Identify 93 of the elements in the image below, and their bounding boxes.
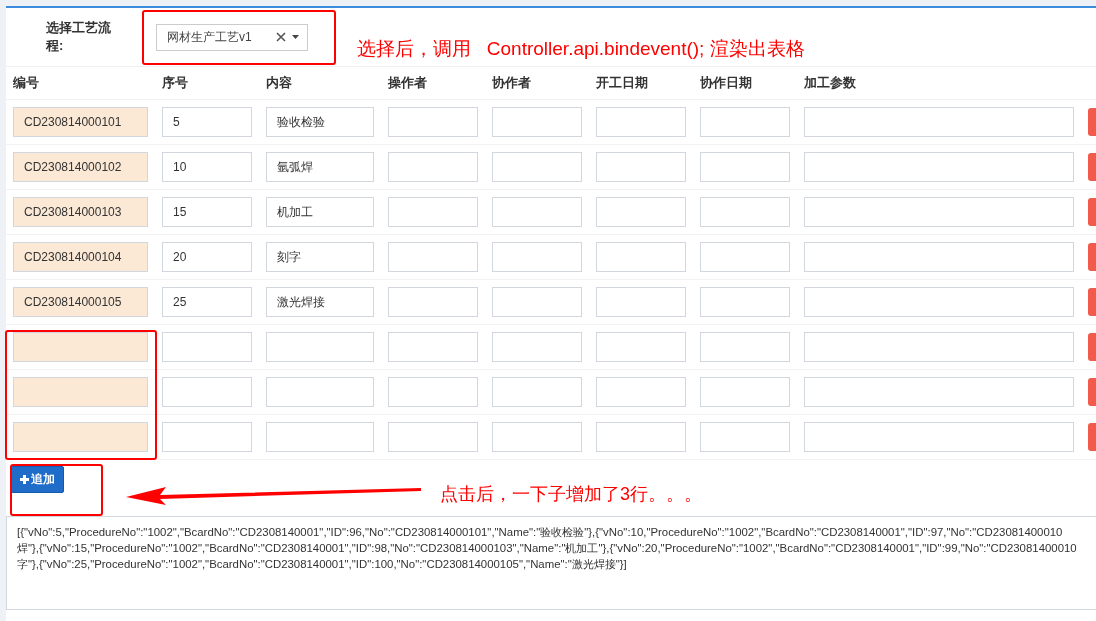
delete-button[interactable] bbox=[1088, 153, 1096, 181]
column-header: 开工日期 bbox=[596, 74, 649, 92]
collaborator-field[interactable] bbox=[492, 377, 582, 407]
column-header: 序号 bbox=[162, 74, 189, 92]
number-field[interactable]: CD230814000104 bbox=[13, 242, 148, 272]
collab-date-field[interactable] bbox=[700, 152, 790, 182]
content-field[interactable]: 机加工 bbox=[266, 197, 374, 227]
delete-button[interactable] bbox=[1088, 198, 1096, 226]
start-date-field[interactable] bbox=[596, 377, 686, 407]
number-field[interactable] bbox=[13, 332, 148, 362]
json-text-line: 焊"},{"vNo":15,"ProcedureNo":"1002","BcardNo":"CD2308140001","ID":98,"No":"CD230814000103","Name":"机加工"},{"vNo":20,"ProcedureNo":"1002","BcardNo":"CD2308140001","ID":99,"No":"CD23081400010 bbox=[17, 541, 1078, 556]
json-output-area[interactable] bbox=[6, 516, 1096, 610]
json-text-line: 字"},{"vNo":25,"ProcedureNo":"1002","BcardNo":"CD2308140001","ID":100,"No":"CD230814000105","Name":"激光焊接"}] bbox=[17, 557, 628, 572]
field-label: 选择工艺流程: bbox=[46, 19, 112, 55]
start-date-field[interactable] bbox=[596, 332, 686, 362]
parameters-field[interactable] bbox=[804, 242, 1074, 272]
start-date-field[interactable] bbox=[596, 242, 686, 272]
column-header: 协作日期 bbox=[700, 74, 753, 92]
sequence-field[interactable]: 5 bbox=[162, 107, 252, 137]
sequence-field[interactable] bbox=[162, 422, 252, 452]
delete-button[interactable] bbox=[1088, 288, 1096, 316]
delete-button[interactable] bbox=[1088, 423, 1096, 451]
operator-field[interactable] bbox=[388, 287, 478, 317]
column-header: 加工参数 bbox=[804, 74, 857, 92]
plus-icon bbox=[20, 475, 29, 484]
sequence-field[interactable]: 25 bbox=[162, 287, 252, 317]
delete-button[interactable] bbox=[1088, 378, 1096, 406]
operator-field[interactable] bbox=[388, 377, 478, 407]
start-date-field[interactable] bbox=[596, 197, 686, 227]
parameters-field[interactable] bbox=[804, 377, 1074, 407]
start-date-field[interactable] bbox=[596, 107, 686, 137]
collab-date-field[interactable] bbox=[700, 377, 790, 407]
number-field[interactable]: CD230814000102 bbox=[13, 152, 148, 182]
column-header: 内容 bbox=[266, 74, 293, 92]
operator-field[interactable] bbox=[388, 107, 478, 137]
number-field[interactable]: CD230814000101 bbox=[13, 107, 148, 137]
json-text-line: [{"vNo":5,"ProcedureNo":"1002","BcardNo":"CD2308140001","ID":96,"No":"CD230814000101","Name":"验收检验"},{"vNo":10,"ProcedureNo":"1002","BcardNo":"CD2308140001","ID":97,"No":"CD23081400010 bbox=[17, 525, 1064, 540]
parameters-field[interactable] bbox=[804, 107, 1074, 137]
collaborator-field[interactable] bbox=[492, 422, 582, 452]
content-field[interactable]: 验收检验 bbox=[266, 107, 374, 137]
collaborator-field[interactable] bbox=[492, 197, 582, 227]
column-header: 协作者 bbox=[492, 74, 532, 92]
content-field[interactable] bbox=[266, 422, 374, 452]
content-field[interactable]: 刻字 bbox=[266, 242, 374, 272]
parameters-field[interactable] bbox=[804, 422, 1074, 452]
add-button[interactable]: 追加 bbox=[11, 466, 64, 493]
number-field[interactable]: CD230814000103 bbox=[13, 197, 148, 227]
annotation-text: 点击后，一下子增加了3行。。。 bbox=[440, 483, 702, 506]
content-field[interactable] bbox=[266, 332, 374, 362]
parameters-field[interactable] bbox=[804, 197, 1074, 227]
collaborator-field[interactable] bbox=[492, 242, 582, 272]
start-date-field[interactable] bbox=[596, 152, 686, 182]
start-date-field[interactable] bbox=[596, 287, 686, 317]
operator-field[interactable] bbox=[388, 197, 478, 227]
annotation-text: 选择后，调用 Controller.api.bindevent(); 渲染出表格 bbox=[357, 37, 805, 61]
collaborator-field[interactable] bbox=[492, 332, 582, 362]
arrow-icon bbox=[126, 486, 421, 506]
sequence-field[interactable]: 15 bbox=[162, 197, 252, 227]
delete-button[interactable] bbox=[1088, 243, 1096, 271]
process-select[interactable]: 网材生产工艺v1 bbox=[156, 23, 308, 51]
parameters-field[interactable] bbox=[804, 287, 1074, 317]
caret-icon bbox=[292, 35, 299, 39]
column-header: 编号 bbox=[13, 74, 40, 92]
clear-icon[interactable] bbox=[276, 32, 286, 42]
collaborator-field[interactable] bbox=[492, 107, 582, 137]
content-field[interactable]: 激光焊接 bbox=[266, 287, 374, 317]
content-field[interactable] bbox=[266, 377, 374, 407]
sequence-field[interactable]: 20 bbox=[162, 242, 252, 272]
column-header: 操作者 bbox=[388, 74, 428, 92]
delete-button[interactable] bbox=[1088, 333, 1096, 361]
collab-date-field[interactable] bbox=[700, 107, 790, 137]
collab-date-field[interactable] bbox=[700, 242, 790, 272]
content-field[interactable]: 氩弧焊 bbox=[266, 152, 374, 182]
collab-date-field[interactable] bbox=[700, 197, 790, 227]
collab-date-field[interactable] bbox=[700, 422, 790, 452]
operator-field[interactable] bbox=[388, 152, 478, 182]
number-field[interactable] bbox=[13, 422, 148, 452]
parameters-field[interactable] bbox=[804, 152, 1074, 182]
sequence-field[interactable]: 10 bbox=[162, 152, 252, 182]
collaborator-field[interactable] bbox=[492, 287, 582, 317]
start-date-field[interactable] bbox=[596, 422, 686, 452]
number-field[interactable]: CD230814000105 bbox=[13, 287, 148, 317]
parameters-field[interactable] bbox=[804, 332, 1074, 362]
sequence-field[interactable] bbox=[162, 377, 252, 407]
operator-field[interactable] bbox=[388, 422, 478, 452]
operator-field[interactable] bbox=[388, 242, 478, 272]
delete-button[interactable] bbox=[1088, 108, 1096, 136]
sequence-field[interactable] bbox=[162, 332, 252, 362]
collab-date-field[interactable] bbox=[700, 332, 790, 362]
number-field[interactable] bbox=[13, 377, 148, 407]
operator-field[interactable] bbox=[388, 332, 478, 362]
collab-date-field[interactable] bbox=[700, 287, 790, 317]
collaborator-field[interactable] bbox=[492, 152, 582, 182]
